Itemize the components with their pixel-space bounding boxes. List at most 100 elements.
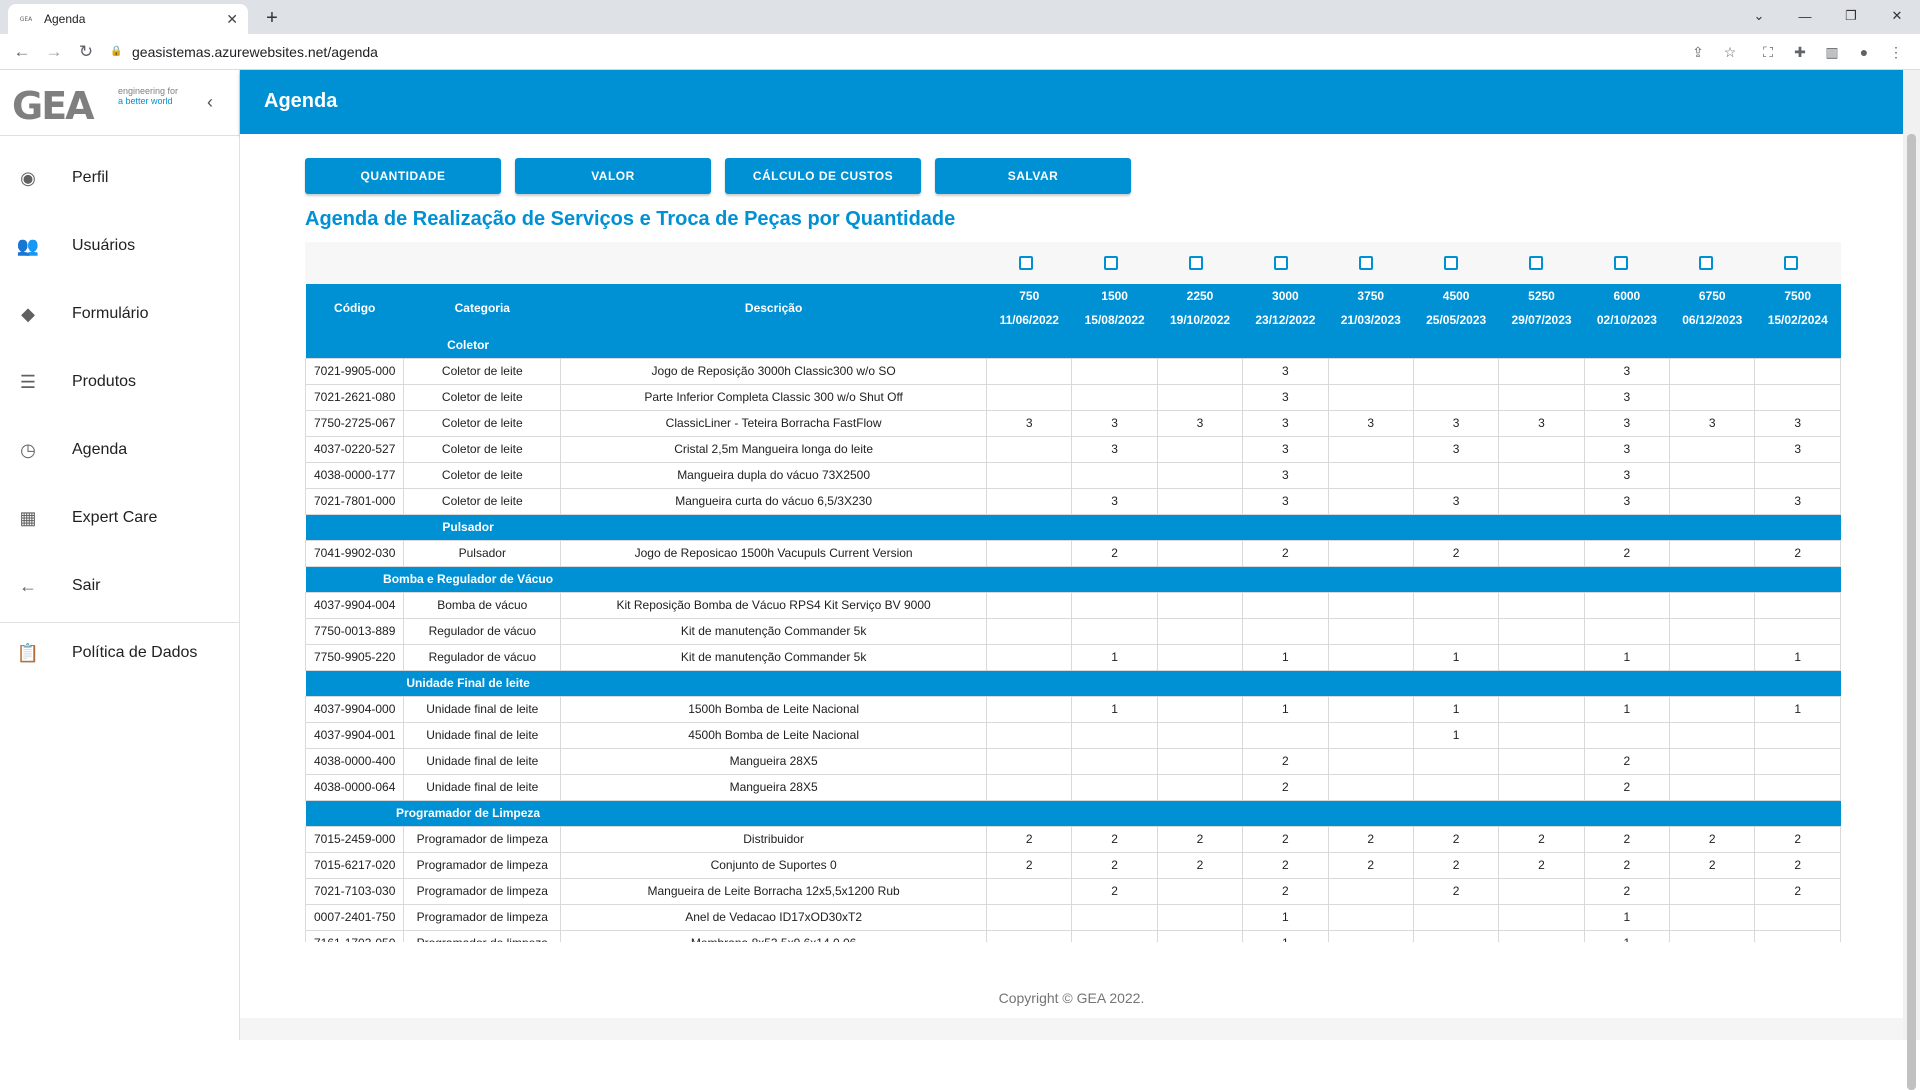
table-row[interactable]: 7015-2459-000 Programador de limpeza Distr…	[305, 825, 1841, 853]
interval-checkbox[interactable]	[1443, 256, 1458, 270]
dashboard-icon: ▦	[19, 507, 37, 528]
sidebar-item-expert-care[interactable]: ▦ Expert Care	[0, 484, 239, 552]
table-row[interactable]: 7021-9905-000 Coletor de leite Jogo de Rep…	[305, 357, 1841, 385]
close-window-icon[interactable]: ✕	[1882, 4, 1912, 28]
extensions-icon[interactable]: ✚	[1790, 42, 1810, 62]
cell-quantity: 2	[1498, 825, 1585, 853]
table-row[interactable]: 7021-7801-000 Coletor de leite Mangueira c…	[305, 487, 1841, 515]
valor-button[interactable]: VALOR	[515, 158, 711, 194]
cell-quantity	[1754, 591, 1841, 619]
cell-quantity	[1242, 721, 1329, 749]
sidebar-item-politica-de-dados[interactable]: 📋 Política de Dados	[0, 623, 239, 683]
table-row[interactable]: 0007-2401-750 Programador de limpeza Anel …	[305, 903, 1841, 931]
interval-checkbox[interactable]	[1698, 256, 1713, 270]
cell-descricao: Cristal 2,5m Mangueira longa do leite	[560, 435, 988, 463]
browser-tab[interactable]: GEA Agenda ✕	[8, 4, 248, 34]
cell-descricao: Mangueira curta do vácuo 6,5/3X230	[560, 487, 988, 515]
table-row[interactable]: 7750-2725-067 Coletor de leite ClassicLine…	[305, 409, 1841, 437]
cell-codigo: 4037-0220-527	[305, 435, 405, 463]
interval-checkbox[interactable]	[1273, 256, 1288, 270]
column-header-date: 19/10/2022	[1157, 308, 1243, 332]
reload-icon[interactable]: ↻	[74, 40, 98, 64]
cell-quantity	[1412, 747, 1500, 775]
column-header-descricao: Descrição	[560, 284, 987, 332]
interval-checkbox-row	[305, 242, 1841, 284]
cell-quantity	[1669, 929, 1756, 942]
forward-icon[interactable]: →	[42, 40, 66, 64]
sidebar-item-produtos[interactable]: ☰ Produtos	[0, 348, 239, 416]
restore-icon[interactable]: ❐	[1836, 4, 1866, 28]
menu-dots-icon[interactable]: ⋮	[1886, 42, 1906, 62]
table-row[interactable]: 7161-1703-050Programador de limpezaMembr…	[305, 929, 1841, 942]
interval-checkbox[interactable]	[1528, 256, 1543, 270]
table-row[interactable]: 7750-9905-220 Regulador de vácuo Kit de ma…	[305, 643, 1841, 671]
column-header-hours: 6750	[1669, 284, 1755, 308]
table-row[interactable]: 4037-9904-001 Unidade final de leite 4500h…	[305, 721, 1841, 749]
tab-search-icon[interactable]: ⌄	[1744, 4, 1774, 28]
sidebar-item-usuarios[interactable]: 👥 Usuários	[0, 212, 239, 280]
sidebar-item-perfil[interactable]: ◉ Perfil	[0, 144, 239, 212]
profile-icon[interactable]: ●	[1854, 42, 1874, 62]
salvar-button[interactable]: SALVAR	[935, 158, 1131, 194]
cell-codigo: 7750-0013-889	[305, 617, 405, 645]
table-row[interactable]: 7015-6217-020 Programador de limpeza Conju…	[305, 851, 1841, 879]
page-scrollbar[interactable]	[1903, 70, 1920, 1090]
arrow-left-icon: ←	[19, 575, 37, 596]
cell-quantity: 2	[1412, 539, 1500, 567]
cell-categoria: Programador de limpeza	[403, 825, 562, 853]
minimize-icon[interactable]: —	[1790, 4, 1820, 28]
sidebar-item-formulario[interactable]: ◆ Formulário	[0, 280, 239, 348]
interval-checkbox[interactable]	[1358, 256, 1373, 270]
sidebar-item-label: Sair	[72, 577, 101, 594]
table-row[interactable]: 4037-9904-004 Bomba de vácuo Kit Reposição…	[305, 591, 1841, 619]
cell-quantity	[1327, 435, 1414, 463]
cell-quantity	[1498, 773, 1585, 801]
cell-quantity	[1156, 877, 1244, 905]
interval-checkbox[interactable]	[1103, 256, 1118, 270]
cell-categoria: Coletor de leite	[403, 435, 562, 463]
screenshot-icon[interactable]: ⛶	[1758, 42, 1778, 62]
table-row[interactable]: 7750-0013-889 Regulador de vácuo Kit de ma…	[305, 617, 1841, 645]
interval-checkbox[interactable]	[1188, 256, 1203, 270]
table-row[interactable]: 4038-0000-064 Unidade final de leite Mangu…	[305, 773, 1841, 801]
column-header-hours: 2250	[1157, 284, 1243, 308]
cell-descricao: Jogo de Reposicao 1500h Vacupuls Current…	[560, 539, 988, 567]
quantidade-button[interactable]: QUANTIDADE	[305, 158, 501, 194]
interval-checkbox[interactable]	[1783, 256, 1798, 270]
sidebar-item-sair[interactable]: ← Sair	[0, 552, 239, 620]
cell-quantity	[986, 643, 1073, 671]
interval-checkbox[interactable]	[1018, 256, 1033, 270]
cell-quantity: 2	[1327, 825, 1414, 853]
back-icon[interactable]: ←	[10, 40, 34, 64]
group-name: Unidade Final de leite	[305, 670, 561, 696]
calculo-de-custos-button[interactable]: CÁLCULO DE CUSTOS	[725, 158, 921, 194]
cell-quantity	[1412, 383, 1500, 411]
table-row[interactable]: 7021-7103-030 Programador de limpeza Mangu…	[305, 877, 1841, 905]
bookmark-star-icon[interactable]: ☆	[1720, 42, 1740, 62]
table-row[interactable]: 7021-2621-080 Coletor de leite Parte Infer…	[305, 383, 1841, 411]
table-row[interactable]: 4038-0000-400 Unidade final de leite Mangu…	[305, 747, 1841, 775]
cell-quantity	[1498, 617, 1585, 645]
address-bar[interactable]: 🔒 geasistemas.azurewebsites.net/agenda	[110, 39, 1820, 65]
cell-quantity	[1669, 383, 1756, 411]
cell-quantity: 2	[1669, 851, 1756, 879]
scrollbar-thumb[interactable]	[1907, 134, 1916, 1090]
close-tab-icon[interactable]: ✕	[226, 11, 238, 28]
share-icon[interactable]: ⇪	[1688, 42, 1708, 62]
cell-codigo: 7015-2459-000	[305, 825, 405, 853]
table-row[interactable]: 7041-9902-030 Pulsador Jogo de Reposicao 1…	[305, 539, 1841, 567]
table-row[interactable]: 4037-9904-000 Unidade final de leite 1500h…	[305, 695, 1841, 723]
cell-categoria: Bomba de vácuo	[403, 591, 562, 619]
side-panel-icon[interactable]: ▥	[1822, 42, 1842, 62]
interval-checkbox[interactable]	[1613, 256, 1628, 270]
table-row[interactable]: 4038-0000-177 Coletor de leite Mangueira d…	[305, 461, 1841, 489]
table-row[interactable]: 4037-0220-527 Coletor de leite Cristal 2,5…	[305, 435, 1841, 463]
collapse-sidebar-icon[interactable]: ‹	[198, 90, 222, 114]
action-buttons: QUANTIDADE VALOR CÁLCULO DE CUSTOS SALVA…	[305, 158, 1131, 194]
sidebar-item-agenda[interactable]: ◷ Agenda	[0, 416, 239, 484]
cell-quantity: 2	[1156, 851, 1244, 879]
column-header-hours: 3000	[1242, 284, 1329, 308]
cell-quantity	[1327, 591, 1414, 619]
cell-quantity: 2	[1754, 539, 1841, 567]
new-tab-icon[interactable]: +	[260, 6, 284, 30]
